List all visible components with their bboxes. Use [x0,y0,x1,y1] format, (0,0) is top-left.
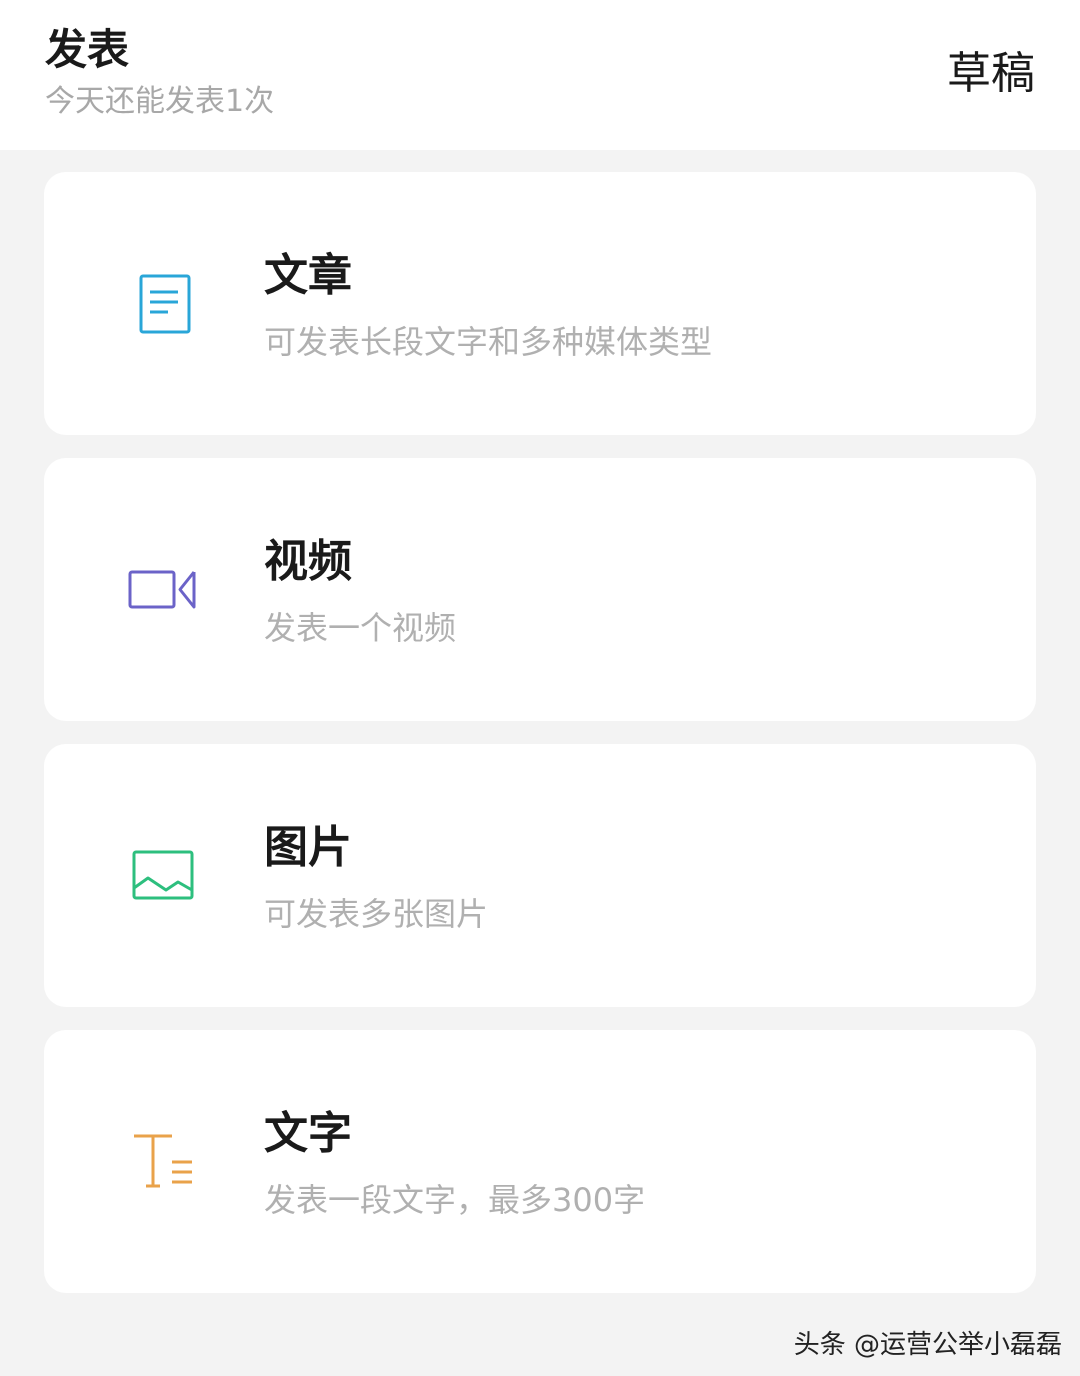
publish-video-card[interactable]: 视频 发表一个视频 [44,458,1036,721]
publish-text-card[interactable]: 文字 发表一段文字，最多300字 [44,1030,1036,1293]
article-icon [128,268,200,340]
card-description: 可发表多张图片 [264,895,489,933]
header: 发表 今天还能发表1次 草稿 [0,0,1080,150]
card-title: 图片 [264,822,352,873]
publish-article-card[interactable]: 文章 可发表长段文字和多种媒体类型 [44,172,1036,435]
drafts-button[interactable]: 草稿 [947,44,1035,104]
card-title: 视频 [264,536,352,587]
card-description: 可发表长段文字和多种媒体类型 [264,323,713,361]
card-description: 发表一段文字，最多300字 [264,1181,646,1219]
card-description: 发表一个视频 [264,609,457,647]
publish-image-card[interactable]: 图片 可发表多张图片 [44,744,1036,1007]
watermark: 头条 @运营公举小磊磊 [793,1330,1062,1360]
text-icon [128,1126,200,1198]
card-title: 文字 [264,1108,352,1159]
page-title: 发表 [45,25,130,74]
video-camera-icon [128,554,200,626]
image-icon [128,840,200,912]
publish-type-list: 文章 可发表长段文字和多种媒体类型 视频 发表一个视频 图片 可发表多张图片 文… [44,172,1036,1316]
publish-quota-text: 今天还能发表1次 [45,84,275,119]
card-title: 文章 [264,250,352,301]
